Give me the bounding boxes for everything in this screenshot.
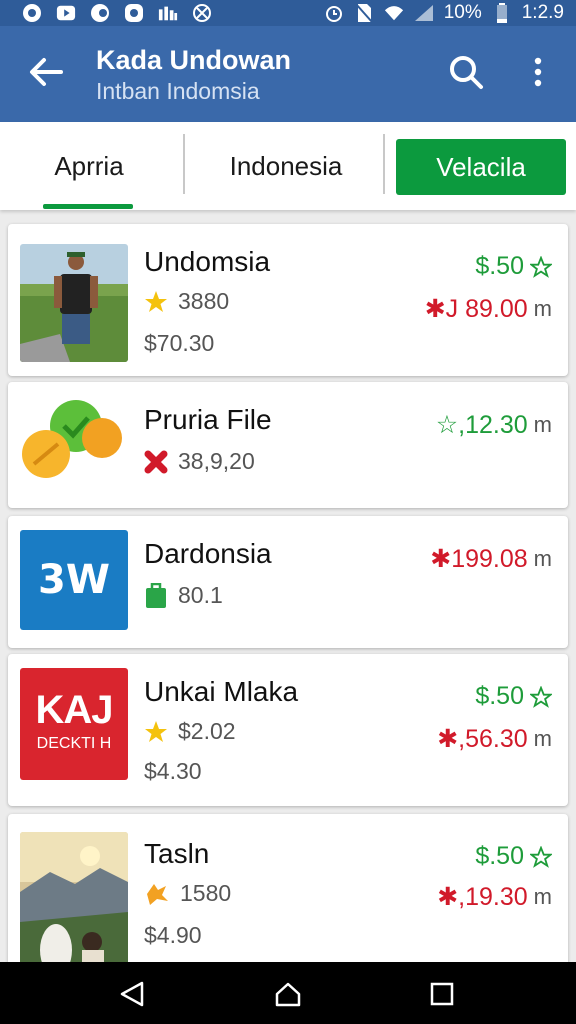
logo-text: KAJ bbox=[35, 688, 113, 732]
nav-recents-button[interactable] bbox=[422, 974, 462, 1014]
tab-indicator bbox=[43, 204, 133, 209]
page-title: Kada Undowan bbox=[96, 45, 292, 75]
clock: 1:2.9 bbox=[521, 2, 564, 23]
notification-icon bbox=[22, 3, 42, 23]
list-item[interactable]: Undomsia 3880 $70.30 $.50 ✱J 89.00 m bbox=[8, 224, 568, 376]
list-item[interactable]: Tasln 1580 $4.90 $.50 ✱,19.30 m bbox=[8, 814, 568, 962]
search-icon bbox=[450, 56, 483, 89]
youtube-icon bbox=[56, 3, 76, 23]
nav-back-button[interactable] bbox=[112, 974, 152, 1014]
item-price-green: $.50 bbox=[475, 252, 524, 280]
bars-icon bbox=[158, 3, 178, 23]
star-outline-icon bbox=[530, 685, 552, 708]
wifi-icon bbox=[384, 3, 404, 23]
badge-icon bbox=[147, 883, 168, 905]
item-name: Pruria File bbox=[144, 404, 272, 435]
no-sim-icon bbox=[354, 3, 374, 23]
chat-icon bbox=[124, 3, 144, 23]
back-button[interactable] bbox=[24, 50, 68, 94]
vpn-icon bbox=[192, 3, 212, 23]
battery-icon bbox=[492, 3, 512, 23]
item-rating: 3880 bbox=[178, 288, 230, 314]
item-price-green: $.50 bbox=[475, 842, 524, 870]
home-icon bbox=[275, 982, 301, 1007]
tab-bar: Aprria Indonesia Velacila bbox=[0, 122, 576, 210]
page-subtitle: Intban Indomsia bbox=[96, 78, 260, 104]
tab-divider bbox=[183, 134, 185, 194]
green-bag-icon bbox=[146, 582, 166, 608]
item-price-red: ✱199.08 bbox=[430, 545, 528, 573]
item-name: Dardonsia bbox=[144, 538, 272, 569]
star-outline-icon bbox=[530, 255, 552, 278]
item-rating: $2.02 bbox=[178, 718, 236, 744]
more-vert-icon bbox=[534, 57, 542, 87]
item-name: Tasln bbox=[144, 838, 210, 869]
nav-home-button[interactable] bbox=[268, 974, 308, 1014]
item-price-red: ✱J 89.00 bbox=[424, 295, 528, 323]
signal-icon bbox=[414, 3, 434, 23]
item-unit: m bbox=[533, 546, 552, 571]
logo-text: 3W bbox=[38, 557, 110, 603]
item-logo: 3W bbox=[20, 530, 128, 630]
item-count: 1580 bbox=[180, 880, 232, 906]
item-thumbnail bbox=[20, 832, 128, 962]
search-button[interactable] bbox=[444, 48, 488, 96]
item-price: $70.30 bbox=[144, 330, 215, 356]
item-thumbnail bbox=[20, 394, 128, 496]
item-count: 38,9,20 bbox=[178, 448, 255, 474]
arrow-left-icon bbox=[30, 58, 63, 86]
tab-divider bbox=[383, 134, 385, 194]
square-recents-icon bbox=[430, 982, 454, 1006]
item-unit: m bbox=[533, 412, 552, 437]
system-nav-bar bbox=[0, 962, 576, 1024]
list-item[interactable]: Pruria File 38,9,20 ☆,12.30 m bbox=[8, 382, 568, 508]
item-price-red: ✱,56.30 bbox=[437, 725, 528, 753]
list-item[interactable]: 3W Dardonsia 80.1 ✱199.08 m bbox=[8, 516, 568, 648]
item-price-green: ☆,12.30 bbox=[435, 411, 528, 439]
app-bar: Kada Undowan Intban Indomsia bbox=[0, 26, 576, 122]
item-unit: m bbox=[533, 296, 552, 321]
red-cross-icon bbox=[144, 450, 168, 473]
item-name: Unkai Mlaka bbox=[144, 676, 299, 707]
item-price: $4.90 bbox=[144, 922, 202, 948]
item-unit: m bbox=[533, 884, 552, 909]
media-icon bbox=[90, 3, 110, 23]
item-price: $4.30 bbox=[144, 758, 202, 784]
item-logo: KAJ DECKTI H bbox=[20, 668, 128, 780]
tab-indonesia[interactable]: Indonesia bbox=[190, 134, 382, 198]
logo-subtext: DECKTI H bbox=[36, 735, 112, 752]
alarm-icon bbox=[324, 3, 344, 23]
triangle-back-icon bbox=[120, 981, 144, 1007]
star-outline-icon bbox=[530, 845, 552, 868]
battery-percent: 10% bbox=[443, 2, 482, 23]
star-icon bbox=[145, 290, 167, 312]
item-price-red: ✱,19.30 bbox=[437, 883, 528, 911]
item-list[interactable]: Undomsia 3880 $70.30 $.50 ✱J 89.00 m Pru… bbox=[0, 210, 576, 962]
star-icon bbox=[145, 720, 167, 742]
tab-velacila-button[interactable]: Velacila bbox=[396, 139, 566, 195]
item-price-green: $.50 bbox=[475, 682, 524, 710]
item-unit: m bbox=[533, 726, 552, 751]
item-value: 80.1 bbox=[178, 582, 223, 608]
item-name: Undomsia bbox=[144, 246, 271, 277]
item-thumbnail bbox=[20, 244, 128, 362]
overflow-menu-button[interactable] bbox=[518, 48, 558, 96]
list-item[interactable]: KAJ DECKTI H Unkai Mlaka $2.02 $4.30 $.5… bbox=[8, 654, 568, 806]
tab-aprria[interactable]: Aprria bbox=[14, 134, 164, 198]
status-bar: 10% 1:2.9 bbox=[0, 0, 576, 26]
